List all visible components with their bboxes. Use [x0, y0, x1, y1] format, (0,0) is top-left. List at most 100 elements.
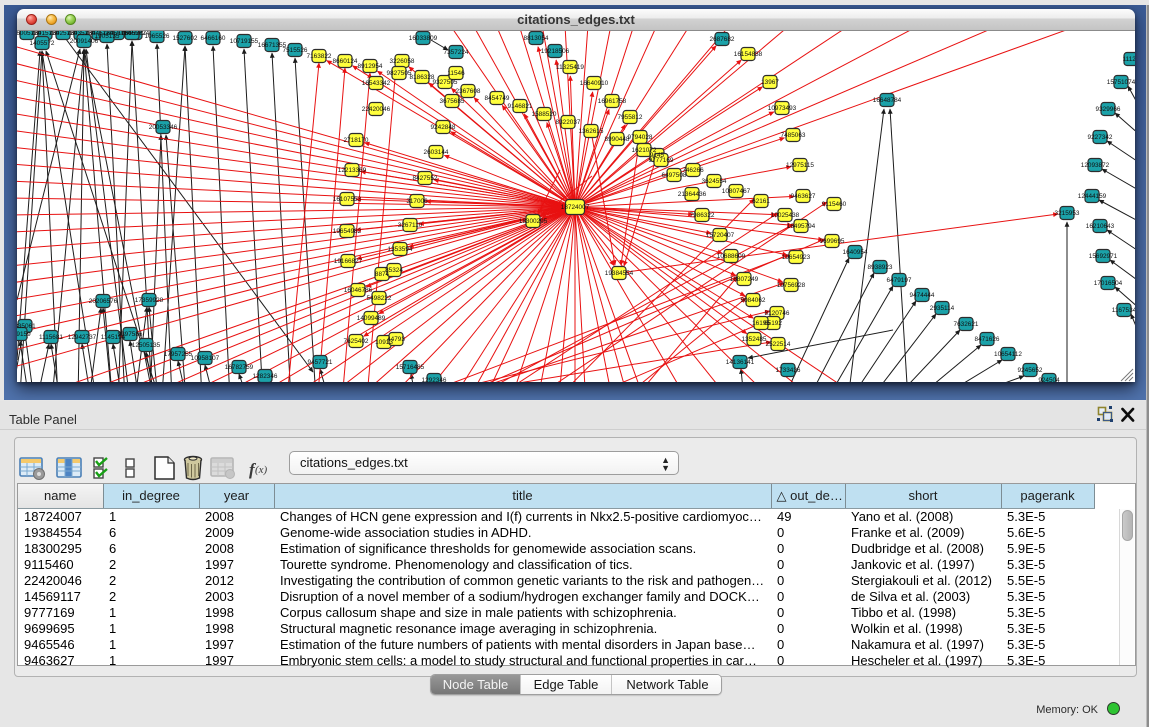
svg-text:16640910: 16640910: [580, 80, 609, 87]
svg-text:8912954: 8912954: [358, 63, 383, 70]
svg-text:19218506: 19218506: [541, 48, 570, 55]
svg-text:8322037: 8322037: [556, 119, 581, 126]
svg-text:6466160: 6466160: [201, 35, 226, 42]
svg-text:335061: 335061: [17, 323, 36, 330]
svg-text:9242848: 9242848: [431, 124, 456, 131]
svg-text:16782759: 16782759: [225, 364, 254, 371]
svg-text:8660124: 8660124: [333, 58, 358, 65]
svg-text:7955812: 7955812: [618, 114, 643, 121]
svg-text:9699695: 9699695: [820, 238, 845, 245]
svg-text:8813054: 8813054: [524, 35, 549, 42]
svg-text:8186328: 8186328: [410, 74, 435, 81]
svg-text:18724007: 18724007: [561, 204, 590, 211]
svg-text:(x): (x): [255, 464, 268, 476]
svg-text:2718170: 2718170: [344, 137, 369, 144]
svg-text:10654112: 10654112: [994, 351, 1022, 358]
svg-text:6479197: 6479197: [887, 277, 912, 284]
svg-text:17957255: 17957255: [164, 351, 193, 358]
svg-text:9827505: 9827505: [387, 70, 412, 77]
svg-text:2522514: 2522514: [766, 341, 791, 348]
svg-text:18807249: 18807249: [730, 276, 759, 283]
svg-text:1352485: 1352485: [742, 336, 767, 343]
svg-text:1292346: 1292346: [422, 377, 447, 382]
svg-text:14099489: 14099489: [357, 315, 386, 322]
svg-text:1640954: 1640954: [843, 249, 868, 256]
svg-text:2687682: 2687682: [710, 36, 735, 43]
svg-text:15716485: 15716485: [396, 364, 425, 371]
svg-text:62161: 62161: [752, 198, 770, 205]
svg-text:16154838: 16154838: [734, 51, 763, 58]
svg-text:15720407: 15720407: [706, 232, 735, 239]
svg-text:3215953: 3215953: [1055, 210, 1080, 217]
svg-text:9329966: 9329966: [1096, 106, 1121, 113]
svg-text:16210643: 16210643: [1086, 223, 1115, 230]
svg-text:16543342: 16543342: [362, 80, 391, 87]
svg-text:9474444: 9474444: [910, 292, 935, 299]
svg-text:11325419: 11325419: [556, 64, 584, 71]
svg-text:15751074: 15751074: [1107, 79, 1135, 86]
svg-text:12505135: 12505135: [132, 342, 161, 349]
svg-text:7357224: 7357224: [444, 49, 469, 56]
svg-text:10973493: 10973493: [768, 105, 797, 112]
svg-text:22420046: 22420046: [362, 106, 391, 113]
svg-text:924504: 924504: [1038, 377, 1060, 382]
svg-text:8120746: 8120746: [765, 310, 790, 317]
svg-text:16648784: 16648784: [873, 97, 902, 104]
svg-text:21364436: 21364436: [678, 191, 707, 198]
svg-text:19384554: 19384554: [605, 270, 634, 277]
svg-text:746266: 746266: [682, 167, 704, 174]
svg-text:9227342: 9227342: [1088, 134, 1113, 141]
svg-text:3226058: 3226058: [390, 58, 415, 65]
svg-text:939159: 939159: [17, 331, 31, 338]
svg-text:10688609: 10688609: [717, 253, 746, 260]
svg-text:10655267: 10655267: [118, 31, 147, 37]
svg-text:7485063: 7485063: [781, 132, 806, 139]
svg-text:7986322: 7986322: [690, 212, 715, 219]
svg-text:7625402: 7625402: [344, 338, 369, 345]
svg-text:10719155: 10719155: [230, 38, 259, 45]
svg-text:19654923: 19654923: [782, 254, 811, 261]
svg-text:3267110: 3267110: [398, 222, 423, 229]
svg-text:1527602: 1527602: [173, 35, 198, 42]
svg-text:8454749: 8454749: [485, 95, 510, 102]
svg-text:11123: 11123: [1123, 56, 1135, 63]
svg-text:9777169: 9777169: [649, 157, 674, 164]
svg-text:1733426: 1733426: [776, 367, 801, 374]
svg-text:13967: 13967: [761, 79, 779, 86]
svg-text:317006: 317006: [406, 198, 428, 205]
svg-text:19166827: 19166827: [334, 258, 363, 265]
svg-text:9794028: 9794028: [628, 134, 653, 141]
svg-text:1362615: 1362615: [579, 128, 604, 135]
svg-text:3675685: 3675685: [440, 98, 465, 105]
svg-text:7515526: 7515526: [283, 47, 308, 54]
svg-text:1353594: 1353594: [388, 246, 413, 253]
svg-text:15692971: 15692971: [1089, 253, 1118, 260]
svg-text:85324: 85324: [385, 267, 403, 274]
svg-text:10958107: 10958107: [191, 355, 220, 362]
svg-text:12444159: 12444159: [1078, 193, 1107, 200]
svg-text:12093872: 12093872: [1081, 162, 1110, 169]
svg-text:9457721: 9457721: [308, 359, 333, 366]
svg-text:9084062: 9084062: [741, 297, 766, 304]
svg-text:1167534: 1167534: [1112, 307, 1135, 314]
svg-text:11546: 11546: [447, 70, 465, 77]
svg-text:12942737: 12942737: [68, 334, 97, 341]
svg-text:19654982: 19654982: [333, 228, 362, 235]
svg-text:1065526: 1065526: [145, 33, 170, 40]
svg-text:9463627: 9463627: [791, 193, 816, 200]
svg-text:18300295: 18300295: [519, 218, 548, 225]
svg-text:1115681: 1115681: [39, 334, 63, 341]
svg-text:9146821: 9146821: [508, 103, 533, 110]
svg-text:16046786: 16046786: [344, 287, 373, 294]
svg-text:16107553: 16107553: [333, 196, 362, 203]
svg-text:10025438: 10025438: [771, 212, 800, 219]
svg-text:9245652: 9245652: [1018, 367, 1043, 374]
svg-text:16495794: 16495794: [787, 223, 816, 230]
svg-text:10807467: 10807467: [722, 188, 751, 195]
svg-text:12975115: 12975115: [786, 162, 814, 169]
svg-text:1588520: 1588520: [532, 111, 557, 118]
svg-text:9397586: 9397586: [118, 331, 143, 338]
svg-text:2935114: 2935114: [930, 305, 955, 312]
svg-text:20206576: 20206576: [89, 298, 118, 305]
svg-text:1282346: 1282346: [253, 373, 278, 380]
